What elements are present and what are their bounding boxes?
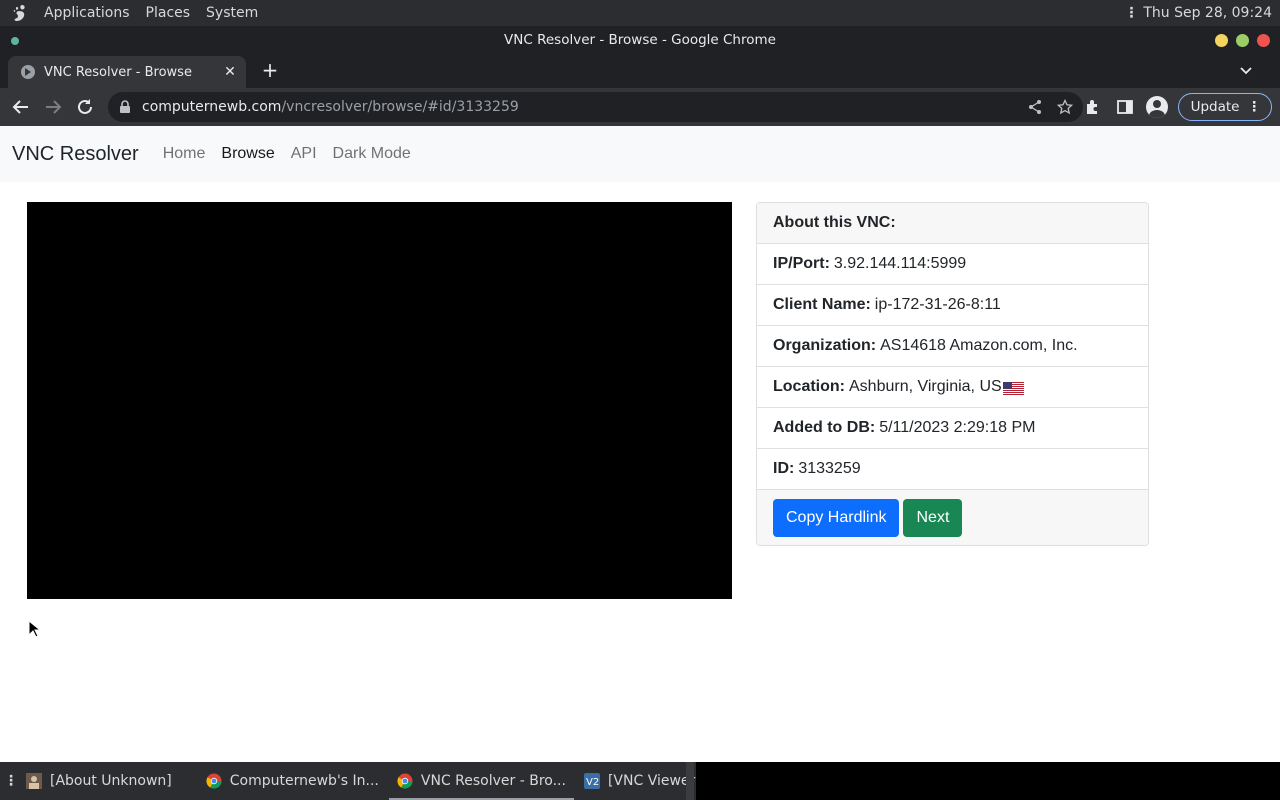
row-label: Location: (773, 378, 845, 395)
task-label: Computernewb's In... (229, 773, 379, 789)
next-button[interactable]: Next (903, 498, 963, 537)
chrome-icon (397, 773, 413, 789)
window-title: VNC Resolver - Browse - Google Chrome (504, 32, 776, 48)
nav-home[interactable]: Home (163, 145, 206, 163)
row-client-name: Client Name: ip-172-31-26-8:11 (757, 285, 1148, 326)
us-flag-icon (1002, 382, 1024, 395)
taskbar: ⋮ [About Unknown] Computernewb's In... V… (0, 762, 1280, 800)
card-footer: Copy Hardlink Next (757, 490, 1148, 545)
card-header: About this VNC: (757, 203, 1148, 244)
tab-vnc-resolver[interactable]: VNC Resolver - Browse ✕ (8, 56, 246, 88)
task-computernewb[interactable]: Computernewb's In... (198, 762, 387, 800)
vnc-info-card: About this VNC: IP/Port: 3.92.144.114:59… (756, 202, 1149, 546)
profile-avatar-icon[interactable] (1145, 96, 1168, 118)
new-tab-icon[interactable]: + (260, 60, 280, 80)
url-host: computernewb.com (142, 99, 282, 115)
share-icon[interactable] (1027, 99, 1043, 115)
window-title-bar: VNC Resolver - Browse - Google Chrome (0, 26, 1280, 54)
update-button[interactable]: Update ⋮ (1177, 93, 1272, 121)
row-organization: Organization: AS14618 Amazon.com, Inc. (757, 326, 1148, 367)
menu-places[interactable]: Places (146, 5, 191, 21)
row-value: 5/11/2023 2:29:18 PM (879, 419, 1036, 436)
row-id: ID: 3133259 (757, 449, 1148, 490)
site-brand[interactable]: VNC Resolver (12, 143, 139, 166)
task-about-unknown[interactable]: [About Unknown] (18, 762, 180, 800)
gnome-foot-icon[interactable] (10, 3, 30, 23)
taskbar-grip-icon[interactable]: ⋮ (4, 773, 18, 789)
row-label: Organization: (773, 337, 877, 354)
nav-browse[interactable]: Browse (221, 145, 274, 163)
taskbar-separator (686, 762, 694, 800)
nav-api[interactable]: API (291, 145, 317, 163)
web-page: VNC Resolver Home Browse API Dark Mode A… (0, 126, 1280, 762)
task-vnc-resolver[interactable]: VNC Resolver - Bro... (388, 762, 575, 800)
extensions-icon[interactable] (1082, 96, 1104, 118)
svg-text:V2: V2 (586, 777, 599, 788)
row-label: IP/Port: (773, 255, 830, 272)
bookmark-star-icon[interactable] (1057, 99, 1073, 115)
mouse-cursor-icon (28, 620, 40, 638)
panel-clock[interactable]: Thu Sep 28, 09:24 (1143, 5, 1272, 21)
site-favicon-icon (21, 65, 35, 79)
copy-hardlink-button[interactable]: Copy Hardlink (773, 498, 900, 537)
address-bar[interactable]: computernewb.com/vncresolver/browse/#id/… (108, 92, 1083, 122)
tab-search-chevron-icon[interactable] (1238, 62, 1254, 78)
chrome-icon (206, 773, 222, 789)
forward-icon[interactable] (42, 96, 64, 118)
tab-title: VNC Resolver - Browse (44, 64, 192, 80)
task-label: [About Unknown] (50, 773, 172, 789)
row-ip-port: IP/Port: 3.92.144.114:5999 (757, 244, 1148, 285)
window-indicator-icon (11, 37, 19, 45)
menu-applications[interactable]: Applications (44, 5, 130, 21)
reload-icon[interactable] (74, 96, 96, 118)
tab-strip: VNC Resolver - Browse ✕ + (0, 54, 1280, 88)
lock-icon[interactable] (118, 100, 132, 114)
site-navbar: VNC Resolver Home Browse API Dark Mode (0, 126, 1280, 182)
taskbar-empty-area (696, 762, 1280, 800)
vnc-viewer-icon: V2 (583, 773, 600, 789)
tab-close-icon[interactable]: ✕ (222, 64, 238, 80)
menu-system[interactable]: System (206, 5, 258, 21)
row-added-to-db: Added to DB: 5/11/2023 2:29:18 PM (757, 408, 1148, 449)
back-icon[interactable] (10, 96, 32, 118)
row-value: ip-172-31-26-8:11 (874, 296, 1001, 313)
kebab-menu-icon: ⋮ (1247, 99, 1262, 115)
row-value: 3133259 (798, 460, 861, 477)
url-path: /vncresolver/browse/#id/3133259 (281, 99, 519, 115)
row-location: Location: Ashburn, Virginia, US (757, 367, 1148, 408)
user-icon (26, 773, 42, 789)
maximize-button[interactable] (1236, 34, 1249, 47)
close-window-button[interactable] (1257, 34, 1270, 47)
minimize-button[interactable] (1215, 34, 1228, 47)
row-value: Ashburn, Virginia, US (849, 378, 1002, 395)
update-label: Update (1190, 99, 1240, 115)
panel-more-icon[interactable]: ⋮ (1124, 5, 1138, 21)
row-value: 3.92.144.114:5999 (833, 255, 967, 272)
vnc-screenshot (27, 202, 732, 599)
browser-toolbar: computernewb.com/vncresolver/browse/#id/… (0, 88, 1280, 126)
row-label: Client Name: (773, 296, 871, 313)
task-label: VNC Resolver - Bro... (420, 773, 566, 789)
nav-dark-mode[interactable]: Dark Mode (333, 145, 411, 163)
row-label: Added to DB: (773, 419, 876, 436)
row-label: ID: (773, 460, 795, 477)
side-panel-icon[interactable] (1114, 96, 1136, 118)
top-panel: Applications Places System ⋮ Thu Sep 28,… (0, 0, 1280, 26)
row-value: AS14618 Amazon.com, Inc. (880, 337, 1078, 354)
